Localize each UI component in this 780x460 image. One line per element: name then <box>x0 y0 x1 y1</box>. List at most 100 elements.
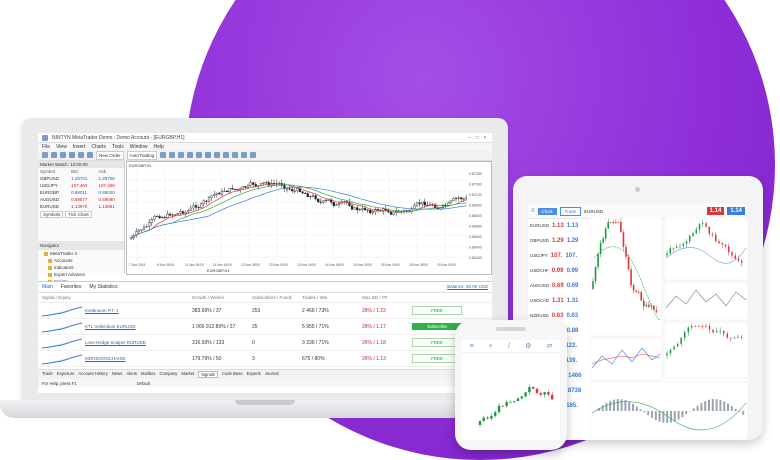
quote-row[interactable]: GBPUSD1.291.29 <box>528 233 588 248</box>
trade-icon[interactable]: ⇄ <box>547 342 553 350</box>
quote-row[interactable]: USDCHF0.990.99 <box>528 263 588 278</box>
menu-insert[interactable]: Insert <box>73 144 86 150</box>
autotrading-button[interactable]: AutoTrading <box>127 151 157 160</box>
buy-quote[interactable]: 1.14 <box>727 207 745 215</box>
menu-charts[interactable]: Charts <box>91 144 106 150</box>
chart-window[interactable]: EURGBP,H1 0.873800.872400.871000.869600.… <box>126 161 492 275</box>
settings-icon[interactable]: ⚙ <box>525 342 531 350</box>
navigator-item[interactable]: Accounts <box>38 257 124 264</box>
price-chart[interactable]: 0.873800.872400.871000.869600.868200.866… <box>127 169 491 273</box>
tab-chart[interactable]: Chart <box>538 208 557 215</box>
tab-market[interactable]: Market <box>181 371 194 378</box>
tab-symbols[interactable]: Symbols <box>40 211 63 218</box>
tab-code-base[interactable]: Code Base <box>222 371 243 378</box>
minimize-button[interactable]: – <box>467 135 473 141</box>
zoom-in-icon[interactable] <box>187 152 193 158</box>
line-chart-icon[interactable] <box>178 152 184 158</box>
symbol-cell: EURUSD <box>38 203 69 210</box>
column-header[interactable]: Symbol <box>38 168 69 175</box>
signal-name-link[interactable]: Loss-Hedge Scalper EURUSD <box>85 340 146 345</box>
signal-name-link[interactable]: KTL Vollendum EURUSD <box>85 324 136 329</box>
column-header[interactable]: Max DD / PF <box>362 295 412 300</box>
column-header[interactable]: Subscribers / Funds <box>252 295 302 300</box>
sell-quote[interactable]: 1.14 <box>707 207 725 215</box>
menu-file[interactable]: File <box>42 144 50 150</box>
phone-chart[interactable] <box>462 353 560 440</box>
tab-exposure[interactable]: Exposure <box>57 371 75 378</box>
table-row[interactable]: KTL Vollendum EURUSD 1 066 912.89% / 37 … <box>38 319 492 335</box>
tab-journal[interactable]: Journal <box>265 371 279 378</box>
column-header[interactable]: Growth / Weeks <box>192 295 252 300</box>
free-button[interactable]: FREE <box>412 306 462 315</box>
navigator-item[interactable]: MetaTrader 4 <box>38 250 124 257</box>
terminal-icon[interactable] <box>87 152 93 158</box>
subscribe-button[interactable]: Subscribe <box>412 323 462 330</box>
new-order-button[interactable]: New Order <box>96 151 124 160</box>
table-row[interactable]: MONSOONCHAISE 179.79% / 50 3 675 / 80% 2… <box>38 351 492 367</box>
periods-icon[interactable] <box>241 152 247 158</box>
chart-tab[interactable]: EURGBP,H1 <box>207 268 230 273</box>
table-row[interactable]: AUDUSD0.695770.69590 <box>38 196 124 203</box>
close-button[interactable]: × <box>482 135 488 141</box>
tile-windows-icon[interactable] <box>205 152 211 158</box>
navigator-item[interactable]: Expert Advisors <box>38 271 124 278</box>
quote-bid: 0.63 <box>552 313 564 319</box>
table-row[interactable]: EURGBP0.880110.88020 <box>38 189 124 196</box>
tab-company[interactable]: Company <box>159 371 177 378</box>
maximize-button[interactable]: □ <box>474 135 480 141</box>
add-icon[interactable]: + <box>489 343 493 350</box>
tab-news[interactable]: News <box>112 371 122 378</box>
column-header[interactable]: Signal / Equity <box>42 295 192 300</box>
tab-mailbox[interactable]: Mailbox <box>141 371 155 378</box>
candlestick <box>195 202 197 211</box>
table-row[interactable]: Kontinuum P.T. 1 383.69% / 37 253 2 466 … <box>38 303 492 319</box>
tab-experts[interactable]: Experts <box>247 371 261 378</box>
tab-my-statistics[interactable]: My Statistics <box>89 284 117 290</box>
column-header[interactable]: Ask <box>97 168 124 175</box>
tab-main[interactable]: Main <box>42 284 53 290</box>
menu-help[interactable]: Help <box>154 144 164 150</box>
table-row[interactable]: Loss-Hedge Scalper EURUSD 316.93% / 133 … <box>38 335 492 351</box>
tablet-charts[interactable] <box>590 218 748 440</box>
table-row[interactable]: USDJPY107.463107.468 <box>38 182 124 189</box>
candle-chart-icon[interactable] <box>169 152 175 158</box>
tab-favorites[interactable]: Favorites <box>61 284 82 290</box>
navigator-item[interactable]: Indicators <box>38 264 124 271</box>
navigator-icon[interactable] <box>78 152 84 158</box>
zoom-out-icon[interactable] <box>196 152 202 158</box>
indicators-icon[interactable] <box>232 152 238 158</box>
balance-link[interactable]: Balance: 50.00 USD <box>447 284 488 290</box>
tab-tick-chart[interactable]: Tick Chart <box>65 211 91 218</box>
signal-name-link[interactable]: Kontinuum P.T. 1 <box>85 308 119 313</box>
quote-row[interactable]: USDJPY107.107. <box>528 248 588 263</box>
signals-header: Signal / Equity Growth / Weeks Subscribe… <box>38 293 492 303</box>
autoscroll-icon[interactable] <box>214 152 220 158</box>
tab-trade[interactable]: Trade <box>560 207 582 216</box>
chart-shift-icon[interactable] <box>223 152 229 158</box>
tab-trade[interactable]: Trade <box>42 371 53 378</box>
menu-window[interactable]: Window <box>130 144 148 150</box>
signal-name-link[interactable]: MONSOONCHAISE <box>85 356 126 361</box>
menu-tools[interactable]: Tools <box>112 144 124 150</box>
tab-account-history[interactable]: Account History <box>79 371 108 378</box>
quote-row[interactable]: USDCAD1.311.31 <box>528 293 588 308</box>
data-window-icon[interactable] <box>69 152 75 158</box>
tab-signals[interactable]: Signals <box>198 371 218 378</box>
templates-icon[interactable] <box>250 152 256 158</box>
tab-alerts[interactable]: Alerts <box>126 371 137 378</box>
quote-ask: 1.31 <box>567 298 579 304</box>
column-header[interactable]: Bid <box>69 168 96 175</box>
table-row[interactable]: GBPUSD1.297011.29708 <box>38 175 124 182</box>
new-chart-icon[interactable] <box>42 152 48 158</box>
quote-row[interactable]: AUDUSD0.690.69 <box>528 278 588 293</box>
draw-icon[interactable]: / <box>508 343 510 350</box>
market-watch-icon[interactable] <box>60 152 66 158</box>
menu-icon[interactable]: ≡ <box>531 208 535 214</box>
bar-chart-icon[interactable] <box>160 152 166 158</box>
table-row[interactable]: EURUSD1.139701.13981 <box>38 203 124 210</box>
menu-view[interactable]: View <box>56 144 67 150</box>
quote-row[interactable]: EURUSD1.131.13 <box>528 218 588 233</box>
column-header[interactable]: Trades / Win <box>302 295 362 300</box>
profiles-icon[interactable] <box>51 152 57 158</box>
menu-icon[interactable]: ≡ <box>470 343 474 350</box>
